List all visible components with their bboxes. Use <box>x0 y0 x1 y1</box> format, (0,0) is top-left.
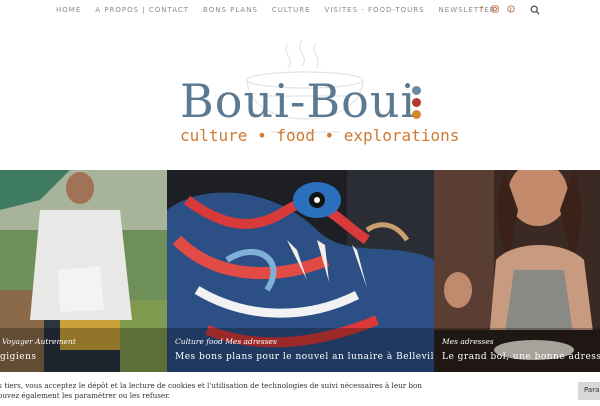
site-logo[interactable]: Boui-Boui culture • food • explorations <box>0 22 600 170</box>
slide-caption-overlay <box>434 328 600 372</box>
logo-dots <box>412 86 421 119</box>
slide-title[interactable]: Le grand bol, une bonne adresse chin <box>442 352 600 362</box>
slide-category[interactable]: Culture food Mes adresses <box>175 337 277 346</box>
social-links: f <box>480 5 515 15</box>
pinterest-icon[interactable] <box>507 5 515 15</box>
featured-slider: Voyager Autrement gigiens Culture food M… <box>0 170 600 372</box>
nav-item-culture[interactable]: CULTURE <box>272 6 311 14</box>
slide-title[interactable]: gigiens <box>0 352 37 362</box>
nav-item-about-contact[interactable]: A PROPOS | CONTACT <box>95 6 189 14</box>
slide-caption-overlay <box>0 328 167 372</box>
cookie-consent-text: es tiers, vous acceptez le dépôt et la l… <box>0 381 422 400</box>
logo-dot-orange <box>412 110 421 119</box>
logo-title: Boui-Boui <box>180 74 417 128</box>
cookie-consent-bar: es tiers, vous acceptez le dépôt et la l… <box>0 372 600 406</box>
slide-title[interactable]: Mes bons plans pour le nouvel an lunaire… <box>175 352 434 362</box>
logo-dot-red <box>412 98 421 107</box>
nav-item-visites-food-tours[interactable]: VISITES - FOOD-TOURS <box>325 6 425 14</box>
slide-card[interactable]: Mes adresses Le grand bol, une bonne adr… <box>434 170 600 372</box>
nav-item-bons-plans[interactable]: BONS PLANS <box>203 6 258 14</box>
cookie-settings-button[interactable]: Para <box>578 382 600 400</box>
slide-category[interactable]: Voyager Autrement <box>2 337 76 346</box>
top-navigation: HOME A PROPOS | CONTACT BONS PLANS CULTU… <box>0 0 600 22</box>
slide-caption-overlay <box>167 328 434 372</box>
logo-dot-blue <box>412 86 421 95</box>
slide-card[interactable]: Voyager Autrement gigiens <box>0 170 167 372</box>
logo-tagline: culture • food • explorations <box>180 126 460 145</box>
slide-category[interactable]: Mes adresses <box>442 337 494 346</box>
instagram-icon[interactable] <box>491 5 499 15</box>
search-icon[interactable] <box>530 5 540 15</box>
main-menu: HOME A PROPOS | CONTACT BONS PLANS CULTU… <box>56 6 496 14</box>
facebook-icon[interactable]: f <box>480 5 483 15</box>
nav-item-home[interactable]: HOME <box>56 6 81 14</box>
slide-card[interactable]: Culture food Mes adresses Mes bons plans… <box>167 170 434 372</box>
